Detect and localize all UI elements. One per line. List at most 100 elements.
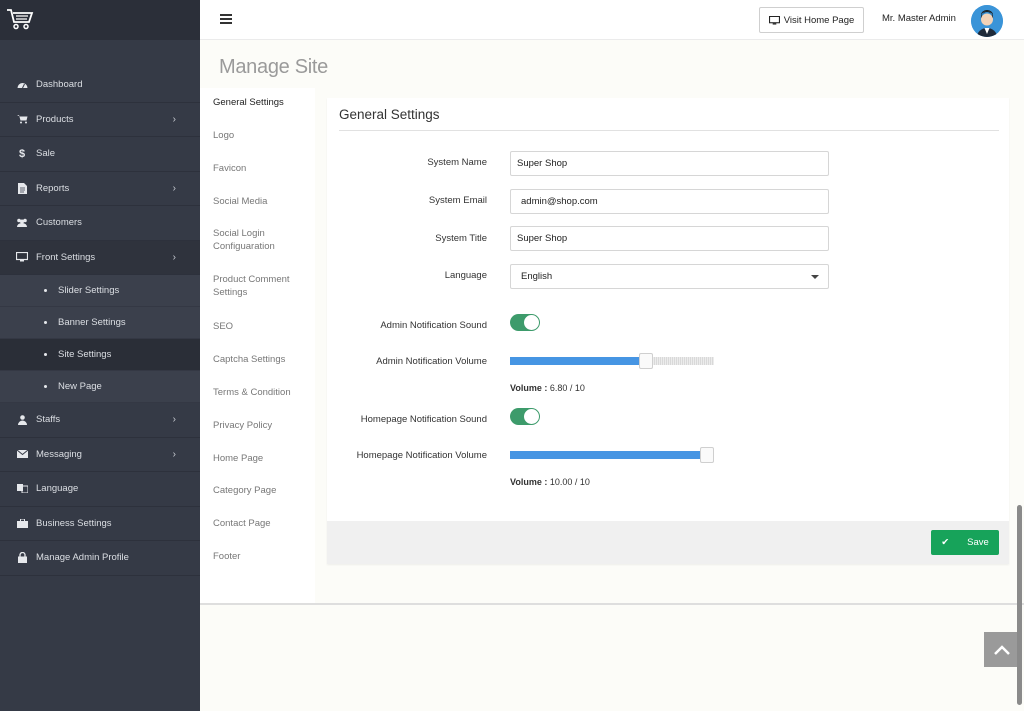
slider-thumb[interactable] [639,353,653,369]
sidebar-item-staffs[interactable]: Staffs › [0,403,200,438]
homepage-volume-value: 10.00 / 10 [549,477,590,487]
language-select[interactable]: English [510,264,829,289]
homepage-notification-sound-label: Homepage Notification Sound [360,414,487,425]
sidebar-item-label: Language [36,483,79,495]
panel-title: General Settings [339,107,440,122]
admin-notification-volume-label: Admin Notification Volume [376,356,487,367]
bullet-icon [44,321,47,324]
homepage-notification-volume-slider[interactable] [510,447,714,463]
chevron-right-icon: › [172,414,176,425]
system-name-input[interactable]: Super Shop [510,151,829,176]
sidebar-subitem-label: Banner Settings [58,317,126,328]
logo-bar [0,0,200,40]
sidebar-item-label: Reports [36,182,70,194]
volume-prefix: Volume : [510,477,548,487]
slider-fill [510,357,646,365]
chevron-right-icon: › [172,182,176,194]
admin-notification-volume-slider[interactable] [510,353,714,369]
sidebar-subitem-banner-settings[interactable]: Banner Settings [0,307,200,339]
sidebar-subitem-slider-settings[interactable]: Slider Settings [0,275,200,307]
tab-social-media[interactable]: Social Media [213,195,267,208]
system-title-input[interactable]: Super Shop [510,226,829,251]
chevron-right-icon: › [172,113,176,125]
hamburger-menu-icon[interactable] [220,14,232,24]
sidebar: Dashboard Products › $ Sale Reports › Cu… [0,0,200,711]
settings-tabs: General Settings Logo Favicon Social Med… [200,88,315,603]
system-name-label: System Name [427,157,487,168]
system-email-input[interactable]: admin@shop.com [510,189,829,214]
topbar: Visit Home Page Mr. Master Admin [200,0,1024,40]
visit-home-page-label: Visit Home Page [783,14,855,26]
tab-contact-page[interactable]: Contact Page [213,517,271,530]
caret-down-icon [811,275,819,279]
sidebar-item-reports[interactable]: Reports › [0,172,200,206]
sidebar-item-label: Products [36,113,74,125]
scroll-to-top-button[interactable] [984,632,1020,667]
tab-terms-condition[interactable]: Terms & Condition [213,386,291,399]
chevron-up-icon [994,644,1010,655]
dashboard-icon [16,79,28,91]
tab-category-page[interactable]: Category Page [213,484,276,497]
briefcase-icon [16,517,28,529]
general-settings-panel: General Settings System Name Super Shop … [327,98,1009,564]
tab-general-settings[interactable]: General Settings [213,96,284,109]
sidebar-subitem-new-page[interactable]: New Page [0,371,200,403]
tab-seo[interactable]: SEO [213,320,233,333]
sidebar-subitem-label: Slider Settings [58,285,120,296]
cart-icon [16,113,28,125]
sidebar-item-customers[interactable]: Customers [0,206,200,241]
sidebar-item-front-settings[interactable]: Front Settings › [0,240,200,275]
user-avatar-icon [971,5,1003,37]
admin-name[interactable]: Mr. Master Admin [882,13,956,24]
tab-social-login[interactable]: Social Login Configuaration [213,227,308,253]
shop-cart-logo-icon[interactable] [6,7,34,31]
sidebar-item-manage-admin-profile[interactable]: Manage Admin Profile [0,541,200,576]
tab-privacy-policy[interactable]: Privacy Policy [213,419,272,432]
bullet-icon [44,385,47,388]
admin-notification-sound-toggle[interactable] [510,314,540,331]
sidebar-subitem-site-settings[interactable]: Site Settings [0,339,200,371]
sidebar-item-dashboard[interactable]: Dashboard [0,68,200,103]
desktop-icon [768,15,780,25]
tab-product-comment-settings[interactable]: Product Comment Settings [213,273,308,299]
page-title: Manage Site [219,56,328,78]
system-title-label: System Title [435,233,487,244]
slider-thumb[interactable] [700,447,714,463]
avatar[interactable] [971,5,1003,37]
lock-icon [16,552,28,564]
check-icon: ✔ [941,537,950,548]
save-label: Save [967,537,989,548]
bullet-icon [44,289,47,292]
tab-logo[interactable]: Logo [213,129,234,142]
system-email-label: System Email [428,195,487,206]
sidebar-item-label: Dashboard [36,79,83,91]
sidebar-item-label: Messaging [36,448,82,460]
sidebar-item-label: Front Settings [36,251,96,263]
sidebar-subitem-label: Site Settings [58,349,112,360]
admin-notification-sound-label: Admin Notification Sound [380,320,487,331]
sidebar-item-products[interactable]: Products › [0,103,200,137]
sidebar-menu: Dashboard Products › $ Sale Reports › Cu… [0,68,200,576]
language-icon [16,483,28,495]
scrollbar[interactable] [1017,505,1022,705]
panel-footer: ✔ Save [327,521,1009,564]
bullet-icon [44,353,47,356]
language-select-value: English [521,271,553,282]
save-button[interactable]: ✔ Save [931,530,999,555]
homepage-notification-volume-label: Homepage Notification Volume [356,450,487,461]
divider [200,603,1024,605]
tab-captcha-settings[interactable]: Captcha Settings [213,353,285,366]
visit-home-page-button[interactable]: Visit Home Page [759,7,864,33]
tab-home-page[interactable]: Home Page [213,452,263,465]
envelope-icon [16,448,28,460]
slider-fill [510,451,707,459]
sidebar-item-language[interactable]: Language [0,472,200,507]
tab-footer[interactable]: Footer [213,550,240,563]
divider [339,130,999,131]
user-icon [16,414,28,426]
sidebar-item-sale[interactable]: $ Sale [0,137,200,172]
tab-favicon[interactable]: Favicon [213,162,246,175]
homepage-notification-sound-toggle[interactable] [510,408,540,425]
sidebar-item-messaging[interactable]: Messaging › [0,438,200,472]
sidebar-item-business-settings[interactable]: Business Settings [0,507,200,541]
